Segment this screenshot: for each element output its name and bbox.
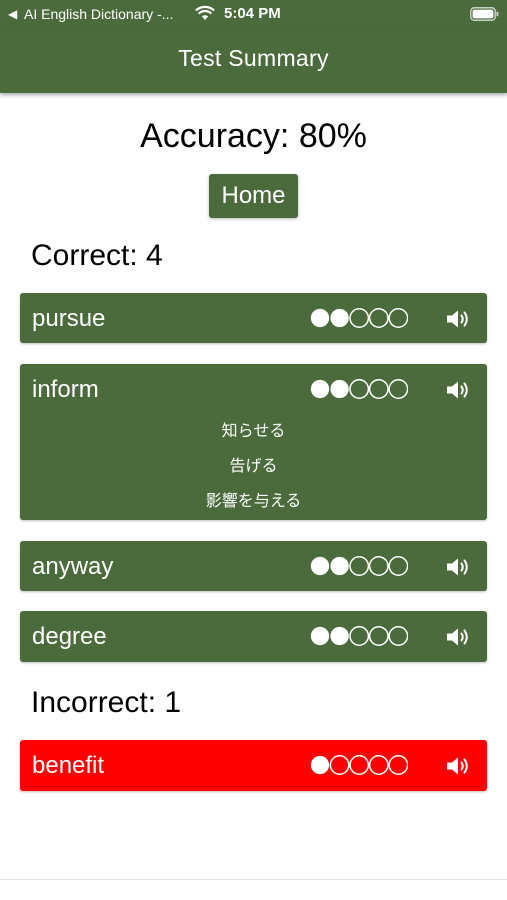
level-dot-filled xyxy=(310,308,330,328)
level-dot-empty xyxy=(349,626,370,646)
level-dot-empty xyxy=(368,379,389,399)
word-card[interactable]: degree xyxy=(20,611,487,662)
speaker-icon[interactable] xyxy=(445,556,471,578)
level-dot-empty xyxy=(388,556,408,576)
level-dot-filled xyxy=(310,626,330,646)
level-dot-filled xyxy=(330,626,349,646)
meaning-item: 影響を与える xyxy=(205,491,302,510)
word-label: anyway xyxy=(32,553,114,580)
status-time: 5:04 PM xyxy=(224,5,281,22)
word-card[interactable]: pursue xyxy=(20,293,487,343)
level-dot-empty xyxy=(368,755,389,775)
level-dot-empty xyxy=(349,556,370,576)
bottom-divider xyxy=(0,879,507,880)
level-dot-empty xyxy=(368,556,389,576)
level-indicator xyxy=(310,755,408,775)
level-dot-empty xyxy=(388,755,408,775)
speaker-icon[interactable] xyxy=(445,626,471,648)
home-button[interactable]: Home xyxy=(209,174,298,218)
navigation-bar: Test Summary xyxy=(0,28,507,93)
word-label: inform xyxy=(32,376,99,403)
battery-icon xyxy=(470,7,499,21)
word-card[interactable]: anyway xyxy=(20,541,487,591)
level-dot-filled xyxy=(330,556,349,576)
meaning-item: 知らせる xyxy=(221,421,286,440)
meaning-list: 知らせる 告げる 影響を与える xyxy=(20,420,487,525)
level-dot-empty xyxy=(388,308,408,328)
level-dot-empty xyxy=(368,308,389,328)
back-to-app-indicator[interactable]: ◀ xyxy=(8,6,17,22)
level-dot-empty xyxy=(368,626,389,646)
level-dot-filled xyxy=(310,556,330,576)
speaker-icon[interactable] xyxy=(445,308,471,330)
meaning-item: 告げる xyxy=(229,456,278,475)
level-indicator xyxy=(310,626,408,646)
level-dot-empty xyxy=(329,755,350,775)
word-card[interactable]: benefit xyxy=(20,740,487,791)
status-bar: ◀ AI English Dictionary -... 5:04 PM xyxy=(0,0,507,28)
accuracy-text: Accuracy: 80% xyxy=(140,117,367,155)
speaker-icon[interactable] xyxy=(445,379,471,401)
level-dot-empty xyxy=(349,755,370,775)
incorrect-heading: Incorrect: 1 xyxy=(31,686,182,719)
level-dot-empty xyxy=(388,379,408,399)
correct-heading: Correct: 4 xyxy=(31,239,163,272)
word-label: pursue xyxy=(32,305,106,332)
level-indicator xyxy=(310,379,408,399)
level-indicator xyxy=(310,556,408,576)
speaker-icon[interactable] xyxy=(445,755,471,777)
level-dot-empty xyxy=(349,308,370,328)
back-to-app-label[interactable]: AI English Dictionary -... xyxy=(24,6,173,22)
word-label: degree xyxy=(32,623,107,650)
level-indicator xyxy=(310,308,408,328)
level-dot-empty xyxy=(349,379,370,399)
level-dot-filled xyxy=(310,755,330,775)
word-label: benefit xyxy=(32,752,105,779)
level-dot-filled xyxy=(310,379,330,399)
word-card[interactable]: inform 知らせる 告げる 影響を与える xyxy=(20,364,487,520)
wifi-icon xyxy=(195,5,215,20)
level-dot-empty xyxy=(388,626,408,646)
page-title: Test Summary xyxy=(178,45,329,71)
level-dot-filled xyxy=(330,379,349,399)
level-dot-filled xyxy=(330,308,349,328)
